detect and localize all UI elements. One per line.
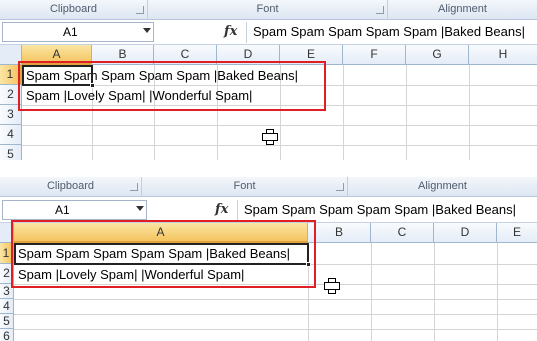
fx-icon[interactable]: fx bbox=[224, 22, 237, 42]
ribbon-group-label: Font bbox=[256, 3, 279, 15]
row-header-6[interactable]: 6 bbox=[0, 329, 14, 341]
ribbon-group-label: Font bbox=[233, 180, 256, 192]
formula-input[interactable]: Spam Spam Spam Spam Spam |Baked Beans| bbox=[246, 22, 537, 43]
gridline bbox=[22, 145, 537, 146]
worksheet-grid[interactable]: A B C D E 1 2 3 4 5 6 Spam Spam Spam Spa… bbox=[0, 220, 537, 341]
column-header-b[interactable]: B bbox=[308, 223, 371, 243]
highlight-box bbox=[11, 220, 316, 288]
formula-bar: A1 fx Spam Spam Spam Spam Spam |Baked Be… bbox=[0, 20, 537, 45]
ribbon-group-label: Clipboard bbox=[49, 3, 98, 15]
dropdown-arrow-icon[interactable] bbox=[136, 206, 144, 211]
dialog-launcher-icon[interactable] bbox=[376, 6, 384, 14]
dropdown-arrow-icon[interactable] bbox=[143, 28, 151, 33]
name-box[interactable]: A1 bbox=[2, 200, 147, 220]
ribbon-group-font[interactable]: Font bbox=[142, 177, 348, 197]
column-header-f[interactable]: F bbox=[343, 45, 406, 65]
ribbon-group-labels: Clipboard Font Alignment bbox=[0, 177, 537, 197]
name-box[interactable]: A1 bbox=[2, 22, 154, 42]
gridline bbox=[14, 299, 537, 300]
panel-separator bbox=[0, 160, 537, 170]
ribbon-group-label: Alignment bbox=[418, 180, 467, 192]
ribbon-group-labels: Clipboard Font Alignment bbox=[0, 0, 537, 20]
ribbon-group-alignment[interactable]: Alignment bbox=[348, 177, 537, 197]
gridline bbox=[14, 329, 537, 330]
ribbon-group-label: Clipboard bbox=[46, 180, 95, 192]
row-header-5[interactable]: 5 bbox=[0, 145, 22, 160]
name-box-value: A1 bbox=[55, 203, 70, 217]
bottom-excel-window: Clipboard Font Alignment A1 fx Spam Spam… bbox=[0, 170, 537, 341]
row-header-5[interactable]: 5 bbox=[0, 314, 14, 329]
cell-cursor-icon bbox=[262, 129, 278, 145]
formula-input[interactable]: Spam Spam Spam Spam Spam |Baked Beans| bbox=[237, 200, 537, 221]
dialog-launcher-icon[interactable] bbox=[136, 6, 144, 14]
column-header-h[interactable]: H bbox=[469, 45, 537, 65]
ribbon-group-label: Alignment bbox=[438, 3, 487, 15]
gridline bbox=[14, 314, 537, 315]
gridline bbox=[497, 243, 498, 341]
ribbon-group-clipboard[interactable]: Clipboard bbox=[0, 177, 142, 197]
top-excel-window: Clipboard Font Alignment A1 fx Spam Spam… bbox=[0, 0, 537, 160]
column-header-c[interactable]: C bbox=[371, 223, 434, 243]
ribbon-group-alignment[interactable]: Alignment bbox=[388, 0, 537, 20]
worksheet-grid[interactable]: A B C D E F G H 1 2 3 4 5 Spam Spam Spam… bbox=[0, 45, 537, 160]
fx-icon[interactable]: fx bbox=[215, 200, 228, 220]
dialog-launcher-icon[interactable] bbox=[336, 183, 344, 191]
gridline bbox=[371, 243, 372, 341]
name-box-value: A1 bbox=[63, 25, 78, 39]
row-header-4[interactable]: 4 bbox=[0, 299, 14, 314]
dialog-launcher-icon[interactable] bbox=[130, 183, 138, 191]
column-header-g[interactable]: G bbox=[406, 45, 469, 65]
cell-cursor-icon bbox=[324, 278, 340, 294]
gridline bbox=[434, 243, 435, 341]
ribbon-group-clipboard[interactable]: Clipboard bbox=[0, 0, 148, 20]
highlight-box bbox=[18, 61, 326, 111]
column-header-d[interactable]: D bbox=[434, 223, 497, 243]
row-header-4[interactable]: 4 bbox=[0, 125, 22, 145]
gridline bbox=[22, 125, 537, 126]
ribbon-group-font[interactable]: Font bbox=[148, 0, 388, 20]
column-header-e[interactable]: E bbox=[497, 223, 537, 243]
